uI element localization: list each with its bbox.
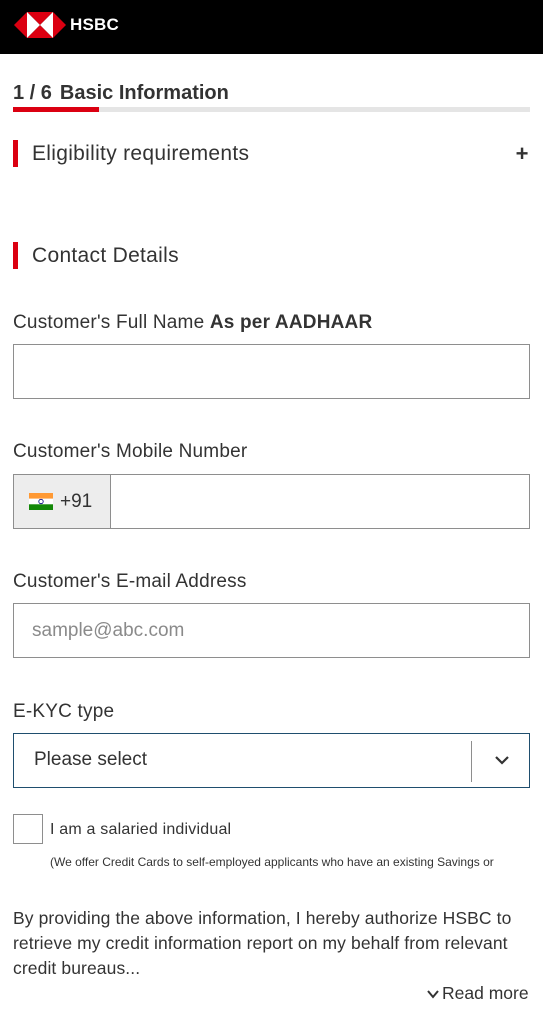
ekyc-select[interactable]: Please select xyxy=(13,733,530,788)
ekyc-selected-value: Please select xyxy=(34,749,148,770)
salaried-note: (We offer Credit Cards to self-employed … xyxy=(50,855,494,869)
contact-section-header: Contact Details xyxy=(13,242,179,269)
hsbc-logo-icon[interactable] xyxy=(14,11,66,39)
email-label: Customer's E-mail Address xyxy=(13,571,247,592)
mobile-input[interactable] xyxy=(110,474,530,529)
full-name-input[interactable] xyxy=(13,344,530,399)
eligibility-section-header[interactable]: Eligibility requirements xyxy=(13,140,249,167)
chevron-down-icon xyxy=(427,989,439,999)
step-title: Basic Information xyxy=(59,82,229,104)
mobile-label: Customer's Mobile Number xyxy=(13,441,248,462)
salaried-checkbox[interactable] xyxy=(13,814,43,844)
brand-name: HSBC xyxy=(70,15,119,34)
eligibility-title: Eligibility requirements xyxy=(32,141,250,165)
step-indicator: 1 / 6 Basic Information xyxy=(13,82,229,105)
country-code-selector[interactable]: +91 xyxy=(13,474,111,529)
contact-title: Contact Details xyxy=(32,243,179,267)
read-more-label: Read more xyxy=(442,983,529,1003)
india-flag-icon xyxy=(29,493,53,510)
section-accent-bar xyxy=(13,242,18,269)
section-accent-bar xyxy=(13,140,18,167)
read-more-link[interactable]: Read more xyxy=(426,983,529,1004)
salaried-label: I am a salaried individual xyxy=(50,821,232,838)
full-name-label-emphasis: As per AADHAAR xyxy=(209,312,373,333)
progress-bar xyxy=(13,107,530,112)
progress-fill xyxy=(13,107,100,112)
plus-icon[interactable]: + xyxy=(512,143,532,165)
chevron-down-icon[interactable] xyxy=(492,750,512,770)
country-code: +91 xyxy=(60,490,93,512)
email-input[interactable] xyxy=(13,603,530,658)
step-count: 1 / 6 xyxy=(13,82,52,104)
select-divider xyxy=(471,741,472,782)
full-name-label-text: Customer's Full Name xyxy=(13,312,205,333)
full-name-label: Customer's Full Name As per AADHAAR xyxy=(13,312,372,334)
consent-text: By providing the above information, I he… xyxy=(13,908,512,978)
ekyc-label: E-KYC type xyxy=(13,701,115,722)
header-bar: HSBC xyxy=(0,0,543,54)
